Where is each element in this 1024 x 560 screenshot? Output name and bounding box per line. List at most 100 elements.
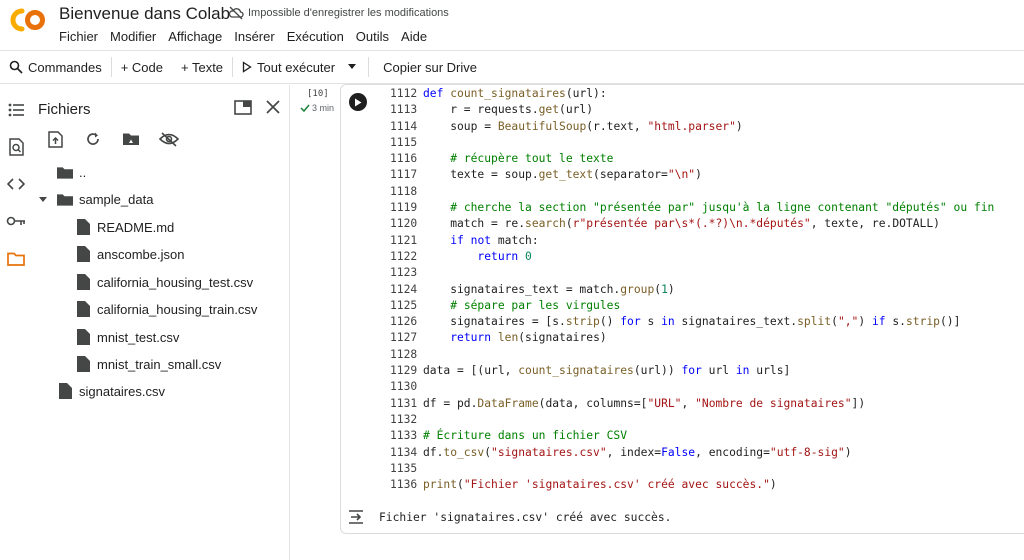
play-icon <box>355 98 362 106</box>
code-line: 1136 print("Fichier 'signataires.csv' cré… <box>390 477 994 493</box>
run-all-button[interactable]: Tout exécuter <box>233 51 344 83</box>
line-number: 1119 <box>390 201 418 215</box>
save-status-text: Impossible d'enregistrer les modificatio… <box>248 7 449 19</box>
code-text: if not match: <box>450 233 539 247</box>
chevron-down-icon[interactable] <box>38 194 48 204</box>
line-number: 1117 <box>390 168 418 182</box>
upload-file-icon[interactable] <box>45 129 65 149</box>
menu-modifier[interactable]: Modifier <box>110 29 162 44</box>
code-line: 1122 return 0 <box>390 249 994 265</box>
code-line: 1116 # récupère tout le texte <box>390 151 994 167</box>
files-folder-icon[interactable] <box>6 249 26 269</box>
code-line: 1123 <box>390 265 994 281</box>
colab-logo[interactable] <box>8 6 48 34</box>
file-icon <box>75 328 91 346</box>
line-number: 1115 <box>390 135 418 149</box>
file-icon <box>75 355 91 373</box>
line-number: 1127 <box>390 331 418 345</box>
tree-item-signataires[interactable]: signataires.csv <box>57 379 165 403</box>
code-text: signataires = [s.strip() for s in signat… <box>423 315 961 329</box>
execution-time: 3 min <box>300 103 334 113</box>
search-icon <box>9 60 23 74</box>
code-text: soup = BeautifulSoup(r.text, "html.parse… <box>423 119 743 133</box>
table-of-contents-icon[interactable] <box>6 100 26 120</box>
tree-item-sample-data[interactable]: sample_data <box>57 187 153 211</box>
code-line: 1115 <box>390 135 994 151</box>
code-line: 1128 <box>390 347 994 363</box>
tree-item-label: mnist_train_small.csv <box>97 356 222 372</box>
secrets-key-icon[interactable] <box>6 211 26 231</box>
code-line: 1118 <box>390 184 994 200</box>
menu-outils[interactable]: Outils <box>356 29 395 44</box>
open-in-tab-icon[interactable] <box>233 97 253 117</box>
caret-down-icon <box>348 64 357 69</box>
code-editor[interactable]: 1112 def count_signataires(url): 1113 r =… <box>390 86 994 493</box>
menu-execution[interactable]: Exécution <box>287 29 350 44</box>
code-line: 1129 data = [(url, count_signataires(url)… <box>390 363 994 379</box>
play-outline-icon <box>242 61 252 73</box>
side-rail <box>0 85 31 560</box>
output-actions-icon[interactable] <box>348 509 368 525</box>
code-line: 1131 df = pd.DataFrame(data, columns=["UR… <box>390 396 994 412</box>
line-number: 1136 <box>390 478 418 492</box>
file-icon <box>57 382 73 400</box>
line-number: 1129 <box>390 364 418 378</box>
save-status: Impossible d'enregistrer les modificatio… <box>228 6 449 20</box>
code-text: match = re.search(r"présentée par\s*(.*?… <box>423 217 940 231</box>
menu-bar: Fichier Modifier Affichage Insérer Exécu… <box>59 29 439 44</box>
menu-inserer[interactable]: Insérer <box>234 29 280 44</box>
code-text: def count_signataires(url): <box>423 87 607 100</box>
copy-to-drive-button[interactable]: Copier sur Drive <box>369 51 486 83</box>
line-number: 1135 <box>390 461 418 475</box>
code-text: # cherche la section "présentée par" jus… <box>450 201 995 215</box>
line-number: 1121 <box>390 233 418 247</box>
hide-files-icon[interactable] <box>159 129 179 149</box>
code-line: 1134 df.to_csv("signataires.csv", index=F… <box>390 445 994 461</box>
close-icon[interactable] <box>263 97 283 117</box>
code-line: 1119 # cherche la section "présentée par… <box>390 200 994 216</box>
line-number: 1125 <box>390 298 418 312</box>
menu-aide[interactable]: Aide <box>401 29 433 44</box>
commands-button[interactable]: Commandes <box>0 51 111 83</box>
code-line: 1133 # Écriture dans un fichier CSV <box>390 428 994 444</box>
files-panel-title: Fichiers <box>38 101 91 118</box>
find-replace-icon[interactable] <box>6 137 26 157</box>
files-panel: Fichiers .. sample_data README.md anscom… <box>31 85 290 560</box>
tree-item-label: .. <box>79 164 87 180</box>
folder-icon <box>57 163 73 181</box>
line-number: 1114 <box>390 119 418 133</box>
tree-item-mnist-train-small[interactable]: mnist_train_small.csv <box>75 352 221 376</box>
code-text: r = requests.get(url) <box>423 103 594 117</box>
menu-affichage[interactable]: Affichage <box>168 29 228 44</box>
tree-item-label: california_housing_train.csv <box>97 301 258 317</box>
execution-count: [10] <box>307 89 329 99</box>
run-all-dropdown[interactable] <box>344 51 368 83</box>
add-text-button[interactable]: + Texte <box>172 51 232 83</box>
tree-item-mnist-test[interactable]: mnist_test.csv <box>75 325 179 349</box>
line-number: 1130 <box>390 380 418 394</box>
tree-item-label: sample_data <box>79 191 154 207</box>
line-number: 1126 <box>390 315 418 329</box>
tree-item-california-test[interactable]: california_housing_test.csv <box>75 270 253 294</box>
tree-item-anscombe[interactable]: anscombe.json <box>75 242 184 266</box>
mount-drive-icon[interactable] <box>121 129 141 149</box>
refresh-icon[interactable] <box>83 129 103 149</box>
code-line: 1125 # sépare par les virgules <box>390 298 994 314</box>
tree-item-california-train[interactable]: california_housing_train.csv <box>75 297 257 321</box>
tree-item-label: california_housing_test.csv <box>97 274 254 290</box>
menu-fichier[interactable]: Fichier <box>59 29 104 44</box>
line-number: 1112 <box>390 87 418 100</box>
tree-item-parent-folder[interactable]: .. <box>57 160 86 184</box>
cell-output: Fichier 'signataires.csv' créé avec succ… <box>379 511 672 524</box>
code-line: 1130 <box>390 379 994 395</box>
add-code-button[interactable]: + Code <box>112 51 172 83</box>
run-cell-button[interactable] <box>349 93 367 111</box>
code-line: 1135 <box>390 461 994 477</box>
file-icon <box>75 218 91 236</box>
code-snippets-icon[interactable] <box>6 174 26 194</box>
tree-item-readme[interactable]: README.md <box>75 215 174 239</box>
notebook-title[interactable]: Bienvenue dans Colab <box>59 4 230 24</box>
